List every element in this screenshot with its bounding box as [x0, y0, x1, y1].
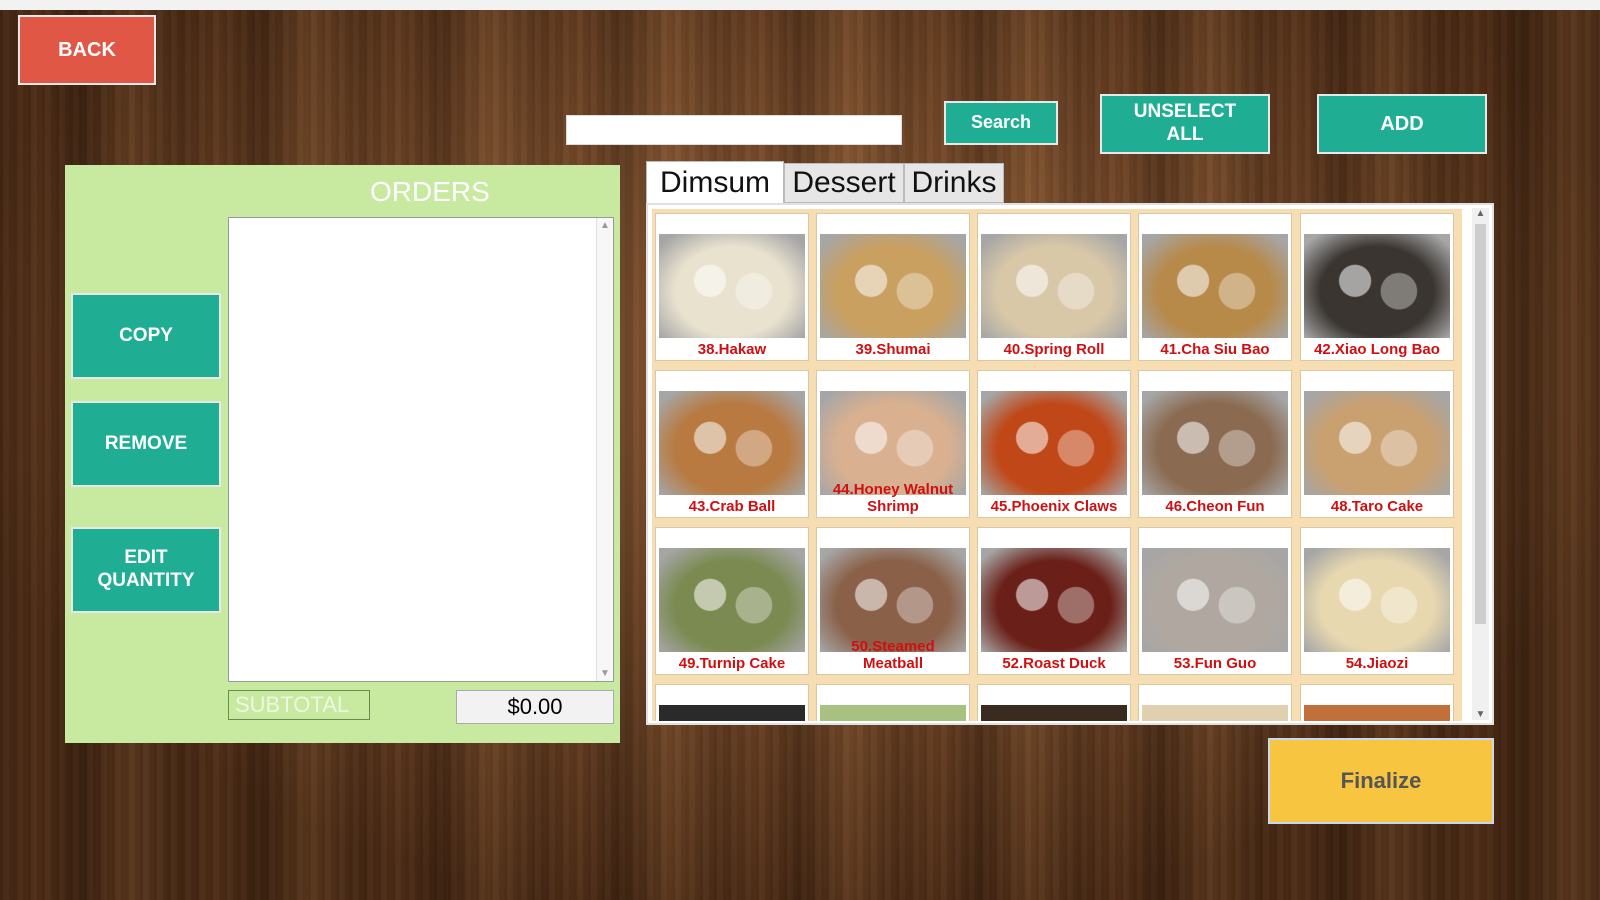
shrimp-icon — [820, 391, 966, 495]
menu-item-label: 50.Steamed Meatball — [851, 638, 935, 672]
bun-icon — [1142, 234, 1288, 338]
menu-item-card[interactable]: 40.Spring Roll — [977, 213, 1131, 361]
menu-item-label: 46.Cheon Fun — [1165, 498, 1265, 515]
menu-grid: 38.Hakaw 39.Shumai 40.Spring Roll 41.Cha Si… — [652, 209, 1462, 721]
order-list[interactable]: ▲ ▼ — [228, 217, 614, 682]
menu-scrollbar[interactable]: ▲ ▼ — [1472, 208, 1489, 720]
menu-item-card-partial[interactable] — [977, 684, 1131, 721]
menu-item-card[interactable]: 54.Jiaozi — [1300, 527, 1454, 675]
food-photo-icon — [820, 705, 966, 721]
menu-item-card[interactable]: 49.Turnip Cake — [655, 527, 809, 675]
tab-dimsum[interactable]: Dimsum — [646, 161, 784, 203]
jiaozi-icon — [1304, 548, 1450, 652]
menu-item-card[interactable]: 43.Crab Ball — [655, 370, 809, 518]
tab-dessert[interactable]: Dessert — [784, 163, 904, 203]
tab-drinks[interactable]: Drinks — [904, 163, 1004, 203]
scroll-down-icon[interactable]: ▼ — [597, 668, 613, 679]
turnip-cake-icon — [659, 548, 805, 652]
menu-grid-panel: 38.Hakaw 39.Shumai 40.Spring Roll 41.Cha Si… — [646, 203, 1494, 725]
menu-item-card-partial[interactable] — [1300, 684, 1454, 721]
orders-title: ORDERS — [370, 176, 490, 207]
meatball-icon — [820, 548, 966, 652]
taro-cake-icon — [1304, 391, 1450, 495]
copy-button[interactable]: COPY — [71, 293, 221, 379]
menu-item-label: 53.Fun Guo — [1173, 655, 1257, 672]
menu-item-card[interactable]: 46.Cheon Fun — [1138, 370, 1292, 518]
subtotal-value: $0.00 — [456, 690, 614, 724]
food-photo-icon — [1304, 705, 1450, 721]
menu-item-card-partial[interactable] — [655, 684, 809, 721]
menu-item-card[interactable]: 41.Cha Siu Bao — [1138, 213, 1292, 361]
menu-item-label: 39.Shumai — [855, 341, 931, 358]
menu-item-label: 44.Honey Walnut Shrimp — [832, 481, 954, 515]
menu-item-label: 40.Spring Roll — [1003, 341, 1105, 358]
menu-item-card-partial[interactable] — [1138, 684, 1292, 721]
search-button[interactable]: Search — [944, 101, 1058, 145]
menu-item-label: 41.Cha Siu Bao — [1160, 341, 1270, 358]
menu-item-card[interactable]: 38.Hakaw — [655, 213, 809, 361]
back-button[interactable]: BACK — [18, 15, 156, 85]
scroll-up-icon[interactable]: ▲ — [597, 220, 613, 231]
order-list-scrollbar[interactable]: ▲ ▼ — [596, 218, 613, 681]
menu-item-card[interactable]: 50.Steamed Meatball — [816, 527, 970, 675]
menu-item-label: 49.Turnip Cake — [678, 655, 786, 672]
food-photo-icon — [659, 705, 805, 721]
menu-item-card[interactable]: 39.Shumai — [816, 213, 970, 361]
top-strip — [0, 0, 1600, 10]
rice-roll-icon — [1142, 391, 1288, 495]
menu-item-card[interactable]: 53.Fun Guo — [1138, 527, 1292, 675]
scroll-down-icon[interactable]: ▼ — [1472, 709, 1489, 720]
food-photo-icon — [1142, 705, 1288, 721]
menu-item-card[interactable]: 44.Honey Walnut Shrimp — [816, 370, 970, 518]
menu-item-label: 45.Phoenix Claws — [990, 498, 1118, 515]
har-gow-icon — [659, 234, 805, 338]
scrollbar-thumb[interactable] — [1475, 224, 1486, 624]
menu-item-card[interactable]: 52.Roast Duck — [977, 527, 1131, 675]
chicken-feet-icon — [981, 391, 1127, 495]
menu-item-label: 48.Taro Cake — [1330, 498, 1424, 515]
menu-item-label: 43.Crab Ball — [688, 498, 776, 515]
add-button[interactable]: ADD — [1317, 94, 1487, 154]
menu-item-card-partial[interactable] — [816, 684, 970, 721]
shumai-icon — [820, 234, 966, 338]
menu-item-label: 38.Hakaw — [697, 341, 767, 358]
edit-quantity-button[interactable]: EDIT QUANTITY — [71, 527, 221, 613]
remove-button[interactable]: REMOVE — [71, 401, 221, 487]
spring-roll-icon — [981, 234, 1127, 338]
menu-item-card[interactable]: 48.Taro Cake — [1300, 370, 1454, 518]
soup-dumpling-icon — [1304, 234, 1450, 338]
menu-item-label: 42.Xiao Long Bao — [1314, 341, 1440, 358]
menu-item-label: 54.Jiaozi — [1345, 655, 1409, 672]
menu-item-card[interactable]: 42.Xiao Long Bao — [1300, 213, 1454, 361]
subtotal-label: SUBTOTAL — [228, 690, 370, 720]
finalize-button[interactable]: Finalize — [1268, 738, 1494, 824]
menu-item-card[interactable]: 45.Phoenix Claws — [977, 370, 1131, 518]
crab-ball-icon — [659, 391, 805, 495]
scroll-up-icon[interactable]: ▲ — [1472, 208, 1489, 219]
fun-guo-icon — [1142, 548, 1288, 652]
unselect-all-button[interactable]: UNSELECT ALL — [1100, 94, 1270, 154]
menu-item-label: 52.Roast Duck — [1002, 655, 1106, 672]
roast-duck-icon — [981, 548, 1127, 652]
search-input[interactable] — [566, 115, 902, 145]
food-photo-icon — [981, 705, 1127, 721]
